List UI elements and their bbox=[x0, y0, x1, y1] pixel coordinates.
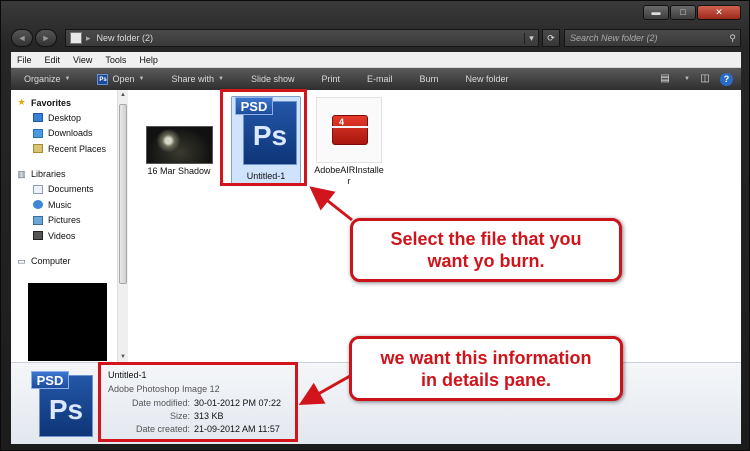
callout-line: we want this information bbox=[380, 347, 592, 368]
arrow-to-file bbox=[309, 186, 353, 222]
arrow-to-details bbox=[298, 374, 351, 405]
callout-select-file: Select the file that you want yo burn. bbox=[350, 218, 622, 282]
callout-line: Select the file that you bbox=[390, 229, 582, 249]
callout-line: in details pane. bbox=[420, 369, 552, 390]
callout-line: want yo burn. bbox=[427, 251, 545, 271]
callout-details-pane: we want this information in details pane… bbox=[349, 336, 623, 401]
